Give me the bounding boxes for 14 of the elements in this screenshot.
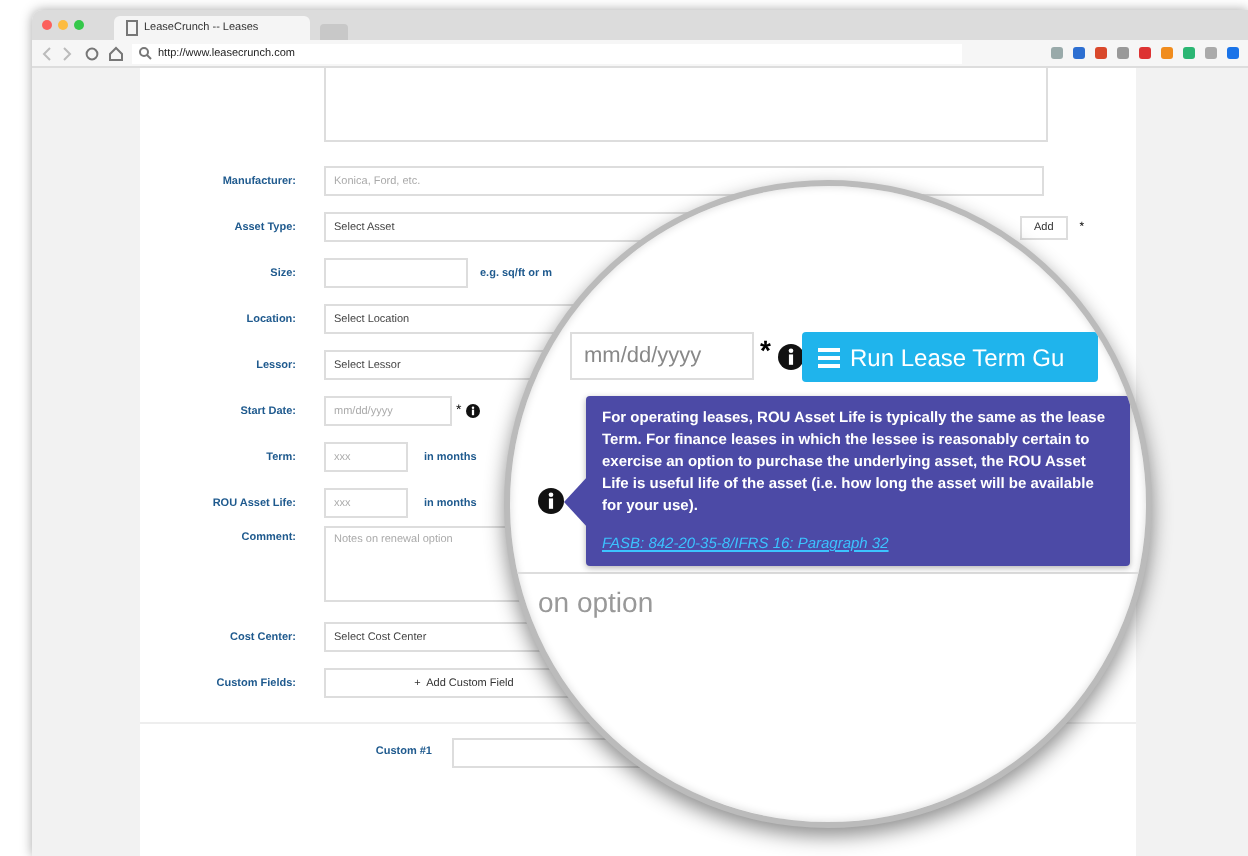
page-icon <box>126 20 138 36</box>
date-field: mm/dd/yyyy <box>570 332 754 380</box>
navigation-icon[interactable] <box>40 45 100 61</box>
list-icon <box>818 347 840 367</box>
info-icon[interactable] <box>465 404 480 418</box>
info-icon[interactable] <box>778 344 804 370</box>
search-icon <box>138 46 152 60</box>
home-icon[interactable] <box>108 45 124 61</box>
required-mark: * <box>760 334 771 366</box>
placeholder-text: on option <box>538 586 654 618</box>
close-button[interactable] <box>42 20 52 30</box>
minimize-button[interactable] <box>58 20 68 30</box>
zoom-button[interactable] <box>74 20 84 30</box>
info-icon[interactable] <box>538 488 564 514</box>
